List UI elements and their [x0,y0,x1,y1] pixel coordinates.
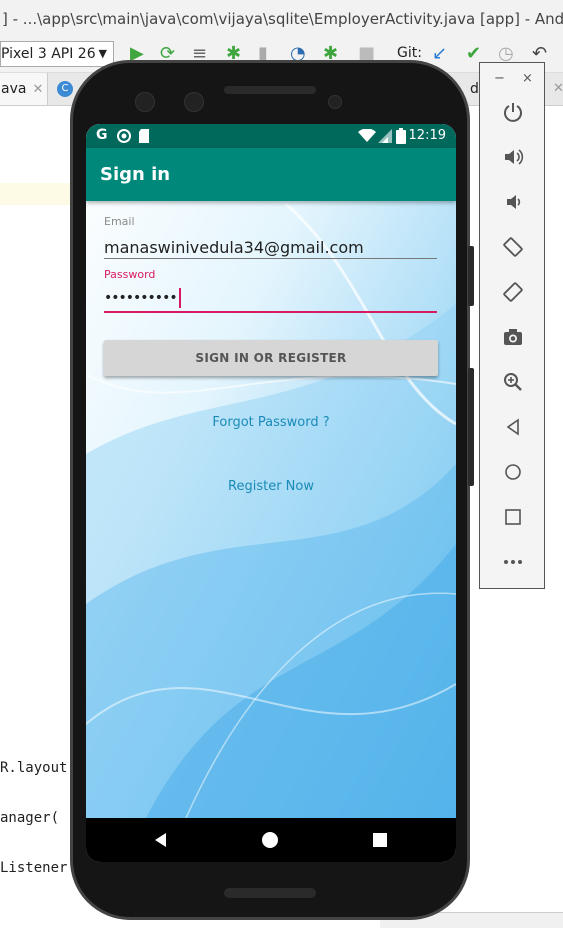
code-line[interactable]: R.layout [0,760,67,776]
sd-card-icon [139,129,149,143]
zoom-icon[interactable] [500,369,526,395]
phone-power-button [468,246,474,306]
phone-earpiece [224,86,316,94]
password-field[interactable]: •••••••••• [104,288,437,312]
password-underline [104,311,437,313]
navigation-bar [86,818,456,862]
wallpaper-background [86,124,456,818]
battery-icon [396,128,406,144]
close-icon[interactable]: ✕ [32,82,43,97]
device-selector-label: Pixel 3 API 26 [1,46,96,62]
page-title: Sign in [100,164,171,185]
rotate-right-icon[interactable] [500,279,526,305]
editor-tab-right-label: d [470,81,479,97]
back-icon[interactable] [500,414,526,440]
volume-down-icon[interactable] [500,189,526,215]
email-label: Email [104,215,135,228]
email-underline [104,258,437,259]
camera-icon[interactable] [500,324,526,350]
home-icon[interactable] [500,459,526,485]
close-icon[interactable]: ✕ [553,81,563,96]
git-update-icon[interactable]: ↙ [432,44,447,64]
volume-up-icon[interactable] [500,144,526,170]
status-bar: G 12:19 [86,124,456,148]
signal-icon [378,129,392,143]
code-line[interactable]: Listener [0,860,67,876]
code-line[interactable]: anager( [0,810,59,826]
undo-icon[interactable]: ↶ [532,44,547,64]
class-file-icon: C [57,81,73,97]
rotate-left-icon[interactable] [500,234,526,260]
sign-in-button[interactable]: SIGN IN OR REGISTER [104,340,438,376]
minimize-icon[interactable]: − [494,71,505,86]
password-value: •••••••••• [104,290,178,306]
phone-volume-button [468,368,474,486]
proximity-sensor [328,95,342,109]
git-commit-icon[interactable]: ✔ [466,44,481,64]
close-icon[interactable]: × [522,71,533,86]
notification-icon [117,129,131,143]
wifi-icon [358,129,376,142]
phone-bottom-speaker [224,888,316,898]
ide-window-title: ] - ...\app\src\main\java\com\vijaya\sql… [0,0,563,38]
device-selector[interactable]: Pixel 3 API 26 ▼ [0,41,114,67]
emulator-control-panel: − × [479,62,545,589]
home-icon[interactable] [258,828,282,852]
front-camera [184,92,204,112]
overview-icon[interactable] [368,828,392,852]
device-screen: G 12:19 Sign in Email Password •••••••••… [86,124,456,862]
app-toolbar: Sign in [86,148,456,201]
register-now-link[interactable]: Register Now [86,479,456,494]
chevron-down-icon: ▼ [98,47,107,60]
back-icon[interactable] [149,828,173,852]
forgot-password-link[interactable]: Forgot Password ? [86,415,456,430]
power-icon[interactable] [500,99,526,125]
text-cursor [178,288,181,308]
front-camera [135,92,155,112]
editor-tab-label: ava [1,81,27,97]
git-label: Git: [397,45,422,61]
status-time: 12:19 [408,128,446,143]
password-label: Password [104,268,156,281]
overview-icon[interactable] [500,504,526,530]
status-carrier-icon: G [96,127,108,143]
editor-tab[interactable]: ava ✕ [0,73,48,105]
more-icon[interactable] [500,549,526,575]
history-icon[interactable]: ◷ [498,44,514,64]
email-field[interactable] [104,235,437,259]
